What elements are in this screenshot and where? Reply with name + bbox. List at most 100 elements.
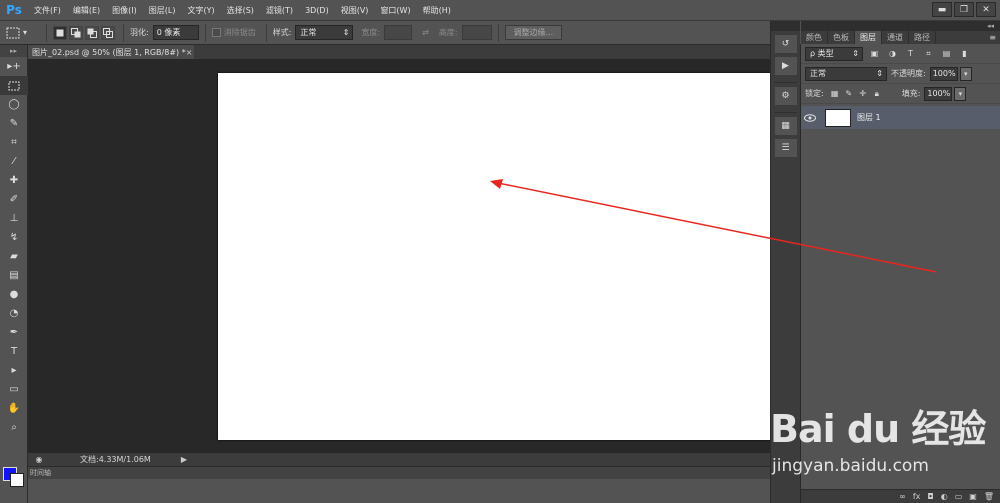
path-select-tool-icon[interactable]: ▸ xyxy=(0,361,28,380)
history-panel-icon[interactable]: ↺ xyxy=(774,35,797,53)
opacity-dropdown-icon[interactable]: ▾ xyxy=(959,66,972,81)
healing-brush-tool-icon[interactable]: ✚ xyxy=(0,171,28,190)
antialias-checkbox[interactable] xyxy=(211,28,221,37)
lock-image-icon[interactable]: ✎ xyxy=(842,87,856,101)
adjustment-layer-icon[interactable]: ◐ xyxy=(941,492,948,501)
menu-file[interactable]: 文件(F) xyxy=(28,5,67,16)
crop-tool-icon[interactable]: ⌗ xyxy=(0,133,28,152)
clone-stamp-tool-icon[interactable]: ⊥ xyxy=(0,209,28,228)
close-button[interactable]: ✕ xyxy=(976,2,996,17)
link-layers-icon[interactable]: ∞ xyxy=(899,492,906,501)
collapse-panel-icon[interactable]: ◂◂ xyxy=(987,22,994,30)
history-brush-tool-icon[interactable]: ↯ xyxy=(0,228,28,247)
timeline-label[interactable]: 时间轴 xyxy=(28,467,770,479)
add-mask-icon[interactable]: ◘ xyxy=(927,492,933,501)
move-tool-icon[interactable]: ▸+ xyxy=(0,57,28,76)
style-select[interactable]: 正常 ⇕ xyxy=(295,25,354,40)
feather-input[interactable]: 0 像素 xyxy=(152,25,199,40)
lock-all-icon[interactable]: 🔒︎ xyxy=(870,87,884,101)
blend-mode-select[interactable]: 正常 ⇕ xyxy=(805,66,887,81)
divider xyxy=(774,75,797,83)
opacity-input[interactable]: 100% xyxy=(929,66,958,81)
menu-window[interactable]: 窗口(W) xyxy=(374,5,416,16)
gradient-tool-icon[interactable]: ▤ xyxy=(0,266,28,285)
fill-dropdown-icon[interactable]: ▾ xyxy=(954,86,967,101)
dodge-tool-icon[interactable]: ◔ xyxy=(0,304,28,323)
tool-preset-picker[interactable]: ▾ xyxy=(6,23,40,43)
style-value: 正常 xyxy=(300,28,317,37)
marquee-tool-icon[interactable] xyxy=(0,76,28,95)
layer-filter-select[interactable]: ρ 类型 ⇕ xyxy=(805,46,863,61)
menu-help[interactable]: 帮助(H) xyxy=(417,5,457,16)
type-tool-icon[interactable]: T xyxy=(0,342,28,361)
pen-tool-icon[interactable]: ✒ xyxy=(0,323,28,342)
menu-view[interactable]: 视图(V) xyxy=(335,5,375,16)
notes-panel-icon[interactable]: ☰ xyxy=(774,139,797,157)
new-selection-button[interactable] xyxy=(53,25,67,40)
tab-layers[interactable]: 图层 xyxy=(855,31,882,44)
hand-tool-icon[interactable]: ✋ xyxy=(0,399,28,418)
properties-panel-icon[interactable]: ⚙ xyxy=(774,87,797,105)
menu-select[interactable]: 选择(S) xyxy=(221,5,260,16)
new-group-icon[interactable]: ▭ xyxy=(955,492,963,501)
tab-swatches[interactable]: 色板 xyxy=(828,31,855,44)
refine-edge-button[interactable]: 调整边缘... xyxy=(504,25,563,40)
type-filter-icon[interactable]: T xyxy=(904,47,917,60)
filter-toggle-icon[interactable]: ▮ xyxy=(958,47,971,60)
eraser-tool-icon[interactable]: ▰ xyxy=(0,247,28,266)
divider xyxy=(46,23,47,42)
status-menu-arrow[interactable]: ▶ xyxy=(181,455,187,464)
rectangle-tool-icon[interactable]: ▭ xyxy=(0,380,28,399)
adjustment-filter-icon[interactable]: ◑ xyxy=(886,47,899,60)
background-color-swatch[interactable] xyxy=(10,473,24,487)
lock-row: 锁定: ▦ ✎ ✛ 🔒︎ 填充: 100% ▾ xyxy=(801,84,1000,104)
menu-layer[interactable]: 图层(L) xyxy=(143,5,182,16)
chevron-down-icon: ▾ xyxy=(23,28,28,37)
menu-3d[interactable]: 3D(D) xyxy=(299,6,335,15)
minimize-button[interactable]: ▬ xyxy=(932,2,952,17)
tab-paths[interactable]: 路径 xyxy=(909,31,936,44)
libraries-panel-icon[interactable]: ▦ xyxy=(774,117,797,135)
close-icon[interactable]: × xyxy=(186,48,193,57)
zoom-tool-icon[interactable]: ⌕ xyxy=(0,418,28,437)
panel-collapse-icon[interactable]: ▸▸ xyxy=(0,45,27,57)
zoom-indicator-icon[interactable]: ◉ xyxy=(28,453,50,466)
document-canvas[interactable] xyxy=(218,73,770,440)
tab-channels[interactable]: 通道 xyxy=(882,31,909,44)
menu-filter[interactable]: 滤镜(T) xyxy=(260,5,299,16)
eyedropper-tool-icon[interactable]: ⁄ xyxy=(0,152,28,171)
actions-panel-icon[interactable]: ▶ xyxy=(774,57,797,75)
width-input[interactable] xyxy=(384,25,413,40)
blur-tool-icon[interactable]: ● xyxy=(0,285,28,304)
menu-bar: Ps 文件(F) 编辑(E) 图像(I) 图层(L) 文字(Y) 选择(S) 滤… xyxy=(0,0,1000,21)
smart-object-filter-icon[interactable]: ▤ xyxy=(940,47,953,60)
select-arrows-icon: ⇕ xyxy=(876,69,883,78)
fill-input[interactable]: 100% xyxy=(924,86,953,101)
delete-layer-icon[interactable]: 🗑 xyxy=(984,492,994,501)
brush-tool-icon[interactable]: ✐ xyxy=(0,190,28,209)
height-input[interactable] xyxy=(461,25,492,40)
subtract-selection-button[interactable] xyxy=(85,25,99,40)
visibility-eye-icon[interactable] xyxy=(801,106,819,129)
layer-style-icon[interactable]: fx xyxy=(913,492,921,501)
lock-position-icon[interactable]: ✛ xyxy=(856,87,870,101)
lasso-tool-icon[interactable]: ◯ xyxy=(0,95,28,114)
tab-color[interactable]: 颜色 xyxy=(801,31,828,44)
panel-menu-icon[interactable]: ≡ xyxy=(989,31,996,44)
menu-type[interactable]: 文字(Y) xyxy=(181,5,220,16)
watermark-logo: Bai du 经验 xyxy=(770,407,986,451)
new-layer-icon[interactable]: ▣ xyxy=(969,492,977,501)
swap-icon[interactable]: ⇄ xyxy=(422,28,429,37)
document-tab[interactable]: 图片_02.psd @ 50% (图层 1, RGB/8#) * × xyxy=(28,45,194,59)
lock-transparent-icon[interactable]: ▦ xyxy=(828,87,842,101)
pixel-filter-icon[interactable]: ▣ xyxy=(868,47,881,60)
layer-row[interactable]: 图层 1 xyxy=(801,106,1000,129)
quick-select-tool-icon[interactable]: ✎ xyxy=(0,114,28,133)
restore-button[interactable]: ❐ xyxy=(954,2,974,17)
shape-filter-icon[interactable]: ⌗ xyxy=(922,47,935,60)
intersect-selection-button[interactable] xyxy=(101,25,115,40)
menu-image[interactable]: 图像(I) xyxy=(106,5,143,16)
add-selection-button[interactable] xyxy=(69,25,83,40)
menu-edit[interactable]: 编辑(E) xyxy=(67,5,106,16)
divider xyxy=(204,23,206,42)
